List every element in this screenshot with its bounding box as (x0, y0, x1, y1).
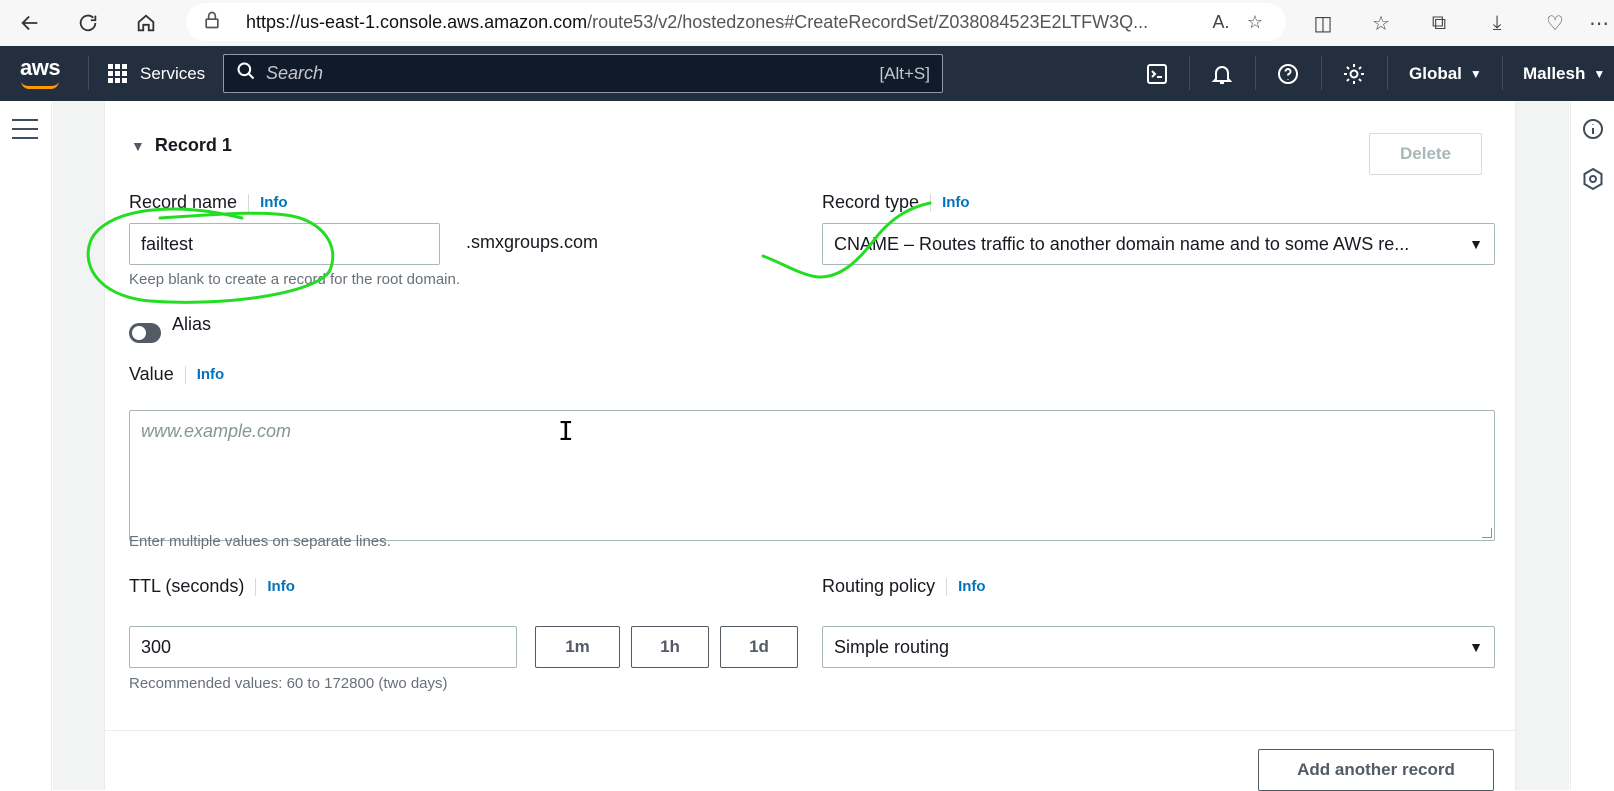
back-icon[interactable] (8, 1, 52, 45)
search-shortcut: [Alt+S] (879, 63, 930, 83)
split-screen-icon[interactable]: ◫ (1294, 11, 1352, 36)
home-icon[interactable] (124, 1, 168, 45)
browser-toolbar: https://us-east-1.console.aws.amazon.com… (0, 0, 1614, 46)
address-bar[interactable]: https://us-east-1.console.aws.amazon.com… (186, 3, 1286, 41)
left-navigation-rail (0, 101, 52, 790)
triangle-down-icon: ▼ (131, 137, 145, 154)
routing-policy-label-row: Routing policy Info (822, 576, 986, 597)
ttl-1h-button[interactable]: 1h (631, 626, 709, 668)
record-name-label: Record name (129, 192, 238, 212)
caret-down-icon: ▼ (1469, 639, 1483, 655)
ttl-label: TTL (seconds) (129, 576, 245, 596)
record-expander[interactable]: ▼ Record 1 (131, 135, 232, 156)
favorite-star-icon[interactable]: ☆ (1238, 12, 1272, 33)
ttl-1m-button[interactable]: 1m (535, 626, 620, 668)
read-aloud-icon[interactable]: A. (1204, 12, 1238, 33)
lock-icon (202, 10, 224, 35)
routing-policy-select[interactable]: Simple routing ▼ (822, 626, 1495, 668)
more-icon[interactable]: ⋯ (1584, 11, 1614, 36)
record-panel: ▼ Record 1 Delete Record name Info failt… (104, 101, 1517, 791)
record-type-select[interactable]: CNAME – Routes traffic to another domain… (822, 223, 1495, 265)
search-input[interactable] (266, 63, 880, 84)
routing-policy-label: Routing policy (822, 576, 936, 596)
record-name-input[interactable]: failtest (129, 223, 440, 265)
caret-down-icon: ▼ (1469, 66, 1482, 81)
delete-button[interactable]: Delete (1369, 133, 1482, 175)
ttl-value: 300 (141, 636, 172, 657)
services-grid-icon (108, 63, 128, 84)
settings-gear-icon[interactable] (1340, 60, 1368, 88)
help-icon[interactable] (1274, 60, 1302, 88)
routing-policy-value: Simple routing (834, 636, 950, 657)
caret-down-icon: ▼ (1469, 236, 1483, 252)
region-selector[interactable]: Global ▼ (1409, 46, 1482, 101)
value-textarea[interactable] (129, 410, 1495, 541)
record-name-hint: Keep blank to create a record for the ro… (129, 271, 461, 288)
record-type-label: Record type (822, 192, 920, 212)
ttl-input[interactable]: 300 (129, 626, 517, 668)
alias-toggle[interactable] (129, 323, 161, 343)
record-name-value: failtest (141, 233, 194, 254)
aws-top-nav: aws Services [Alt+S] Global▼ Mallesh▼ (0, 46, 1614, 101)
url-text: https://us-east-1.console.aws.amazon.com… (246, 11, 1149, 32)
info-link[interactable]: Info (930, 193, 970, 212)
section-divider (105, 730, 1517, 731)
browser-essentials-icon[interactable]: ♡ (1526, 11, 1584, 36)
info-link[interactable]: Info (184, 365, 224, 384)
value-label: Value (129, 364, 174, 384)
aws-logo[interactable]: aws (20, 55, 61, 89)
caret-down-icon: ▼ (1593, 66, 1606, 81)
info-link[interactable]: Info (946, 577, 986, 596)
resize-handle[interactable] (1482, 528, 1492, 538)
downloads-icon[interactable]: ⤓ (1468, 12, 1526, 35)
account-menu[interactable]: Mallesh ▼ (1523, 46, 1605, 101)
text-cursor-icon: I (558, 417, 574, 447)
reload-icon[interactable] (66, 1, 110, 45)
cloudshell-icon[interactable] (1143, 60, 1171, 88)
domain-suffix: .smxgroups.com (466, 232, 599, 252)
ttl-label-row: TTL (seconds) Info (129, 576, 295, 597)
ttl-hint: Recommended values: 60 to 172800 (two da… (129, 675, 448, 692)
value-hint: Enter multiple values on separate lines. (129, 533, 391, 550)
services-menu[interactable]: Services (108, 46, 205, 101)
search-icon (236, 61, 256, 87)
collections-icon[interactable]: ⧉ (1410, 12, 1468, 35)
record-name-label-row: Record name Info (129, 192, 288, 213)
search-box[interactable]: [Alt+S] (223, 54, 943, 93)
favorites-icon[interactable]: ☆ (1352, 11, 1410, 36)
value-label-row: Value Info (129, 364, 224, 385)
hamburger-menu-icon[interactable] (12, 119, 38, 146)
info-link[interactable]: Info (255, 577, 295, 596)
record-title: Record 1 (154, 135, 232, 155)
add-another-record-button[interactable]: Add another record (1258, 749, 1494, 791)
alias-label: Alias (172, 314, 212, 334)
record-type-value: CNAME – Routes traffic to another domain… (834, 233, 1410, 254)
resources-hexagon-icon[interactable] (1581, 167, 1605, 191)
right-tools-rail (1570, 101, 1614, 790)
info-link[interactable]: Info (248, 193, 288, 212)
ttl-1d-button[interactable]: 1d (720, 626, 798, 668)
record-type-label-row: Record type Info (822, 192, 970, 213)
info-panel-icon[interactable] (1581, 117, 1605, 141)
services-label: Services (140, 63, 206, 83)
notifications-bell-icon[interactable] (1208, 60, 1236, 88)
